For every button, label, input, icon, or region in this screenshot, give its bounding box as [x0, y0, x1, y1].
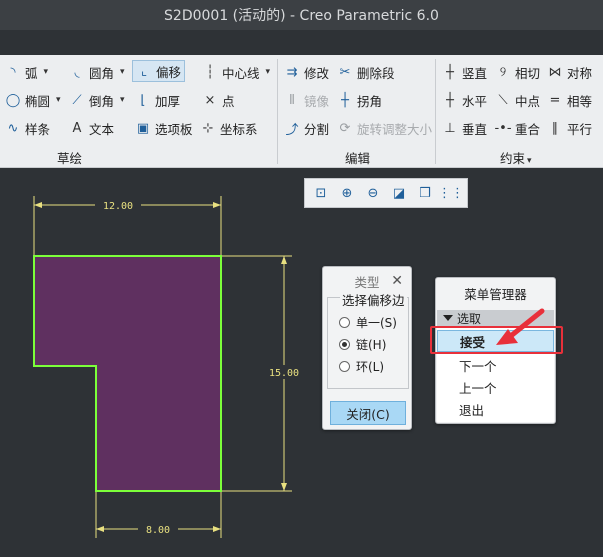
chevron-down-icon: ▾ [265, 67, 271, 77]
sketch-display-icon[interactable]: ⋮⋮ [438, 183, 464, 203]
close-icon[interactable]: ✕ [391, 273, 403, 289]
menu-item-next[interactable]: 下一个 [437, 354, 554, 376]
zoom-out-icon[interactable]: ⊖ [363, 183, 383, 203]
parallel-constraint-button[interactable]: ∥ 平行 [547, 117, 592, 139]
centerline-button[interactable]: ┆ 中心线 ▾ [202, 61, 270, 83]
midpoint-icon: ⟍ [498, 92, 508, 108]
group-divider [277, 59, 278, 164]
delete-segment-icon: ✂ [339, 64, 351, 80]
coordinate-system-icon: ⊹ [202, 120, 214, 136]
ribbon: ◝ 弧 ▾ ◟ 圆角 ▾ ⌞ 偏移 ┆ 中心线 ▾ ◯ 椭圆 ▾ ⟋ 倒角 ▾ ⌊ 加厚 × 点 ∿ 样条 … [0, 55, 603, 168]
midpoint-constraint-button[interactable]: ⟍ 中点 [495, 89, 540, 111]
refit-icon[interactable]: ⊡ [311, 183, 331, 203]
palette-icon: ▣ [136, 120, 150, 136]
symmetric-icon: ⋈ [548, 64, 562, 80]
perpendicular-constraint-button[interactable]: ⊥ 垂直 [442, 117, 487, 139]
modify-icon: ⇉ [286, 64, 298, 80]
radio-loop[interactable]: 环(L) [339, 358, 384, 375]
equal-icon: = [549, 92, 561, 108]
menu-item-previous[interactable]: 上一个 [437, 376, 554, 398]
radio-single[interactable]: 单一(S) [339, 314, 397, 331]
vertical-constraint-button[interactable]: ┼ 竖直 [442, 61, 487, 83]
red-arrow-icon [496, 308, 545, 345]
dimension-top-value[interactable]: 12.00 [103, 201, 133, 212]
ellipse-button[interactable]: ◯ 椭圆 ▾ [5, 89, 61, 111]
spline-button[interactable]: ∿ 样条 [5, 117, 50, 139]
edit-group-label: 编辑 [345, 151, 371, 166]
mirror-button[interactable]: ⫴ 镜像 [284, 89, 329, 111]
point-icon: × [204, 92, 216, 108]
rotate-resize-icon: ⟳ [339, 120, 351, 136]
coincident-icon: -•- [494, 120, 512, 136]
menu-item-quit[interactable]: 退出 [437, 398, 554, 420]
window-title: S2D0001 (活动的) - Creo Parametric 6.0 [0, 0, 603, 30]
type-dialog: 类型 ✕ 选择偏移边 单一(S) 链(H) 环(L) 关闭(C) [322, 266, 412, 430]
arc-button[interactable]: ◝ 弧 ▾ [5, 61, 48, 83]
zoom-in-icon[interactable]: ⊕ [337, 183, 357, 203]
offset-button[interactable]: ⌞ 偏移 [132, 60, 186, 82]
coordsys-button[interactable]: ⊹ 坐标系 [200, 117, 258, 139]
divide-icon: ⤴ [285, 122, 299, 138]
fillet-button[interactable]: ◟ 圆角 ▾ [69, 61, 125, 83]
text-icon: A [72, 120, 82, 136]
chevron-down-icon: ▾ [120, 67, 125, 77]
menu-manager-title: 菜单管理器 [464, 286, 527, 302]
thicken-icon: ⌊ [140, 92, 146, 108]
repaint-icon[interactable]: ◪ [389, 183, 409, 203]
mirror-icon: ⫴ [289, 92, 295, 108]
horizontal-icon: ┼ [446, 92, 454, 108]
vertical-icon: ┼ [446, 64, 454, 80]
perpendicular-icon: ⊥ [444, 120, 456, 136]
chevron-down-icon: ▾ [43, 67, 49, 77]
chevron-down-icon: ▾ [527, 156, 532, 166]
centerline-icon: ┆ [206, 64, 214, 80]
equal-constraint-button[interactable]: = 相等 [547, 89, 592, 111]
text-button[interactable]: A 文本 [69, 117, 114, 139]
offset-icon: ⌞ [140, 63, 148, 79]
thicken-button[interactable]: ⌊ 加厚 [135, 89, 180, 111]
ellipse-icon: ◯ [5, 92, 21, 108]
tangent-constraint-button[interactable]: ୨ 相切 [495, 61, 540, 83]
chevron-down-icon: ▾ [120, 95, 125, 105]
tangent-icon: ୨ [499, 64, 507, 80]
offset-edge-group-label: 选择偏移边 [340, 290, 407, 309]
chamfer-icon: ⟋ [72, 92, 82, 108]
sketch-group-label: 草绘 [57, 151, 83, 166]
radio-circle [339, 361, 350, 372]
radio-circle-selected [339, 339, 350, 350]
chamfer-button[interactable]: ⟋ 倒角 ▾ [69, 89, 125, 111]
display-style-icon[interactable]: ❒ [415, 183, 435, 203]
l-shape-profile[interactable] [33, 255, 222, 492]
radio-circle [339, 317, 350, 328]
point-button[interactable]: × 点 [202, 89, 235, 111]
symmetric-constraint-button[interactable]: ⋈ 对称 [547, 61, 593, 83]
modify-button[interactable]: ⇉ 修改 [284, 61, 329, 83]
delete-segment-button[interactable]: ✂ 删除段 [337, 61, 395, 83]
radio-chain[interactable]: 链(H) [339, 336, 386, 353]
group-divider [435, 59, 436, 164]
dimension-right-value[interactable]: 15.00 [269, 368, 299, 379]
close-button[interactable]: 关闭(C) [330, 401, 406, 425]
horizontal-constraint-button[interactable]: ┼ 水平 [442, 89, 487, 111]
parallel-icon: ∥ [551, 120, 559, 136]
rotate-resize-button[interactable]: ⟳ 旋转调整大小 [337, 117, 432, 139]
palette-button[interactable]: ▣ 选项板 [135, 117, 193, 139]
type-dialog-title: 类型 [354, 274, 380, 290]
dimension-bottom-value[interactable]: 8.00 [146, 525, 170, 536]
graphics-toolbar: ⊡ ⊕ ⊖ ◪ ❒ ⋮⋮ [304, 178, 468, 208]
triangle-down-icon [443, 315, 453, 321]
coincident-constraint-button[interactable]: -•- 重合 [494, 117, 540, 139]
offset-edge-group: 选择偏移边 单一(S) 链(H) 环(L) [327, 290, 409, 389]
fillet-icon: ◟ [74, 64, 80, 80]
constrain-group-label[interactable]: 约束 ▾ [500, 148, 532, 167]
chevron-down-icon: ▾ [56, 95, 61, 105]
spline-icon: ∿ [7, 120, 19, 136]
corner-icon: ┼ [341, 92, 349, 108]
divide-button[interactable]: ⤴ 分割 [284, 117, 329, 139]
arc-icon: ◝ [10, 64, 16, 80]
corner-button[interactable]: ┼ 拐角 [337, 89, 382, 111]
